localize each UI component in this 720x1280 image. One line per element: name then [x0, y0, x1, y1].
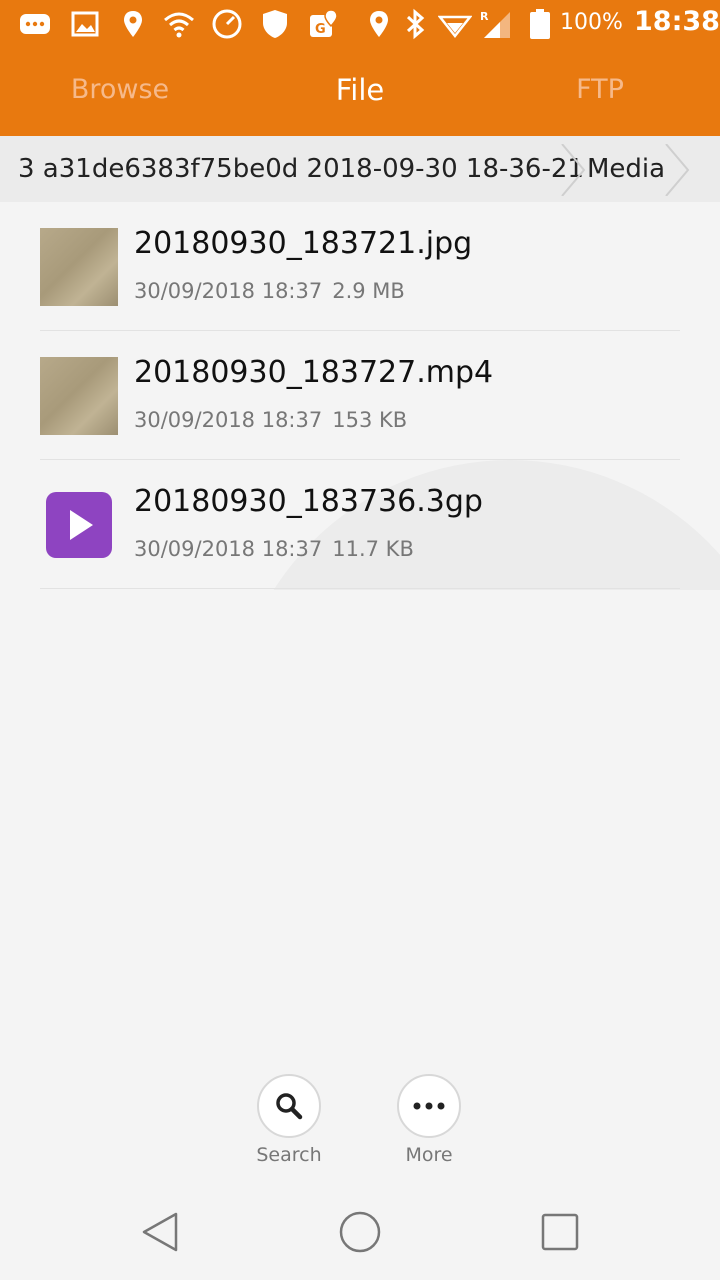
- video-thumbnail: [40, 357, 118, 435]
- battery-level: 100%: [560, 10, 623, 35]
- file-name: 20180930_183727.mp4: [134, 355, 494, 390]
- svg-text:G: G: [315, 22, 326, 37]
- file-name: 20180930_183736.3gp: [134, 484, 483, 519]
- file-meta: 30/09/2018 18:37 2.9 MB: [134, 276, 415, 306]
- bluetooth-icon: [406, 8, 425, 40]
- gallery-icon: [71, 11, 99, 37]
- tab-bar: Browse File FTP: [0, 48, 720, 136]
- list-item[interactable]: 20180930_183721.jpg 30/09/2018 18:37 2.9 …: [0, 202, 720, 331]
- more-label: More: [405, 1144, 453, 1166]
- breadcrumb: 3 a31de6383f75be0d 2018-09-30 18-36-21 M…: [0, 136, 720, 202]
- status-bar: G R 100% 18:38: [0, 0, 720, 48]
- breadcrumb-item-folder[interactable]: 3 a31de6383f75be0d 2018-09-30 18-36-21: [18, 136, 584, 202]
- list-item[interactable]: 20180930_183727.mp4 30/09/2018 18:37 153 …: [0, 331, 720, 460]
- search-label: Search: [256, 1144, 322, 1166]
- message-icon: [20, 14, 50, 34]
- bottom-action-bar: Search More: [0, 1074, 720, 1174]
- file-size: 11.7 KB: [332, 537, 414, 561]
- file-size: 2.9 MB: [332, 279, 405, 303]
- tab-browse[interactable]: Browse: [0, 48, 240, 136]
- divider: [40, 588, 680, 589]
- search-button-circle[interactable]: [257, 1074, 321, 1138]
- clock: 18:38: [634, 6, 720, 37]
- file-date: 30/09/2018 18:37: [134, 279, 323, 303]
- more-button[interactable]: More: [369, 1074, 489, 1166]
- more-dots-icon: [413, 1102, 445, 1110]
- file-list: 20180930_183721.jpg 30/09/2018 18:37 2.9 …: [0, 202, 720, 589]
- more-button-circle[interactable]: [397, 1074, 461, 1138]
- file-meta: 30/09/2018 18:37 11.7 KB: [134, 534, 424, 564]
- location-active-icon: [370, 11, 388, 37]
- navigation-bar: [0, 1184, 720, 1280]
- battery-icon: [530, 9, 550, 39]
- speedometer-icon: [212, 9, 242, 39]
- file-size: 153 KB: [332, 408, 408, 432]
- file-date: 30/09/2018 18:37: [134, 537, 323, 561]
- chevron-right-icon: [561, 144, 586, 196]
- search-icon: [276, 1093, 303, 1120]
- recents-icon[interactable]: [538, 1210, 582, 1254]
- chevron-right-icon: [665, 144, 690, 196]
- file-date: 30/09/2018 18:37: [134, 408, 323, 432]
- tab-ftp[interactable]: FTP: [480, 48, 720, 136]
- breadcrumb-item-media[interactable]: Media: [587, 136, 665, 202]
- tab-file[interactable]: File: [240, 48, 480, 136]
- image-thumbnail: [40, 228, 118, 306]
- wifi-signal-icon: [438, 15, 472, 39]
- wifi-icon: [164, 12, 194, 38]
- list-item[interactable]: 20180930_183736.3gp 30/09/2018 18:37 11.7…: [0, 460, 720, 589]
- home-icon[interactable]: [338, 1210, 382, 1254]
- file-meta: 30/09/2018 18:37 153 KB: [134, 405, 417, 435]
- shield-icon: [263, 10, 287, 38]
- svg-text:R: R: [480, 10, 489, 23]
- maps-icon: G: [310, 9, 338, 37]
- cellular-signal-icon: R: [480, 10, 510, 38]
- location-icon: [124, 11, 142, 37]
- play-icon: [46, 492, 112, 558]
- file-name: 20180930_183721.jpg: [134, 226, 473, 261]
- back-icon[interactable]: [138, 1210, 182, 1254]
- search-button[interactable]: Search: [229, 1074, 349, 1166]
